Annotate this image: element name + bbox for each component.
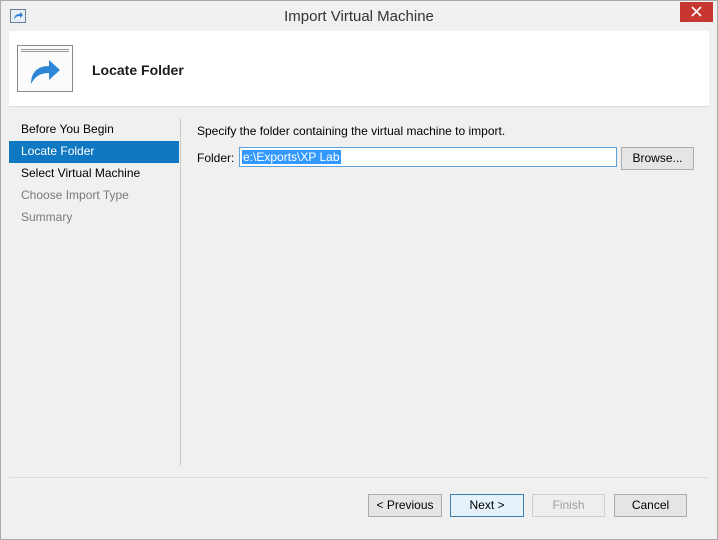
import-wizard-window: Import Virtual Machine Locate Folder Bef… [0,0,718,540]
nav-item-locate-folder[interactable]: Locate Folder [9,141,179,163]
folder-path-value: e:\Exports\XP Lab [242,150,341,164]
finish-button: Finish [532,494,605,517]
wizard-import-icon [17,45,73,92]
vertical-divider [180,119,181,465]
title-bar[interactable]: Import Virtual Machine [1,1,717,31]
browse-button[interactable]: Browse... [621,147,694,170]
nav-item-before-you-begin[interactable]: Before You Begin [9,119,179,141]
wizard-content: Before You Begin Locate Folder Select Vi… [9,107,709,477]
page-title: Locate Folder [92,62,184,78]
folder-path-input[interactable]: e:\Exports\XP Lab [239,147,617,167]
nav-item-select-virtual-machine[interactable]: Select Virtual Machine [9,163,179,185]
close-icon [691,6,702,17]
step-navigation: Before You Begin Locate Folder Select Vi… [9,119,179,229]
next-button[interactable]: Next > [450,494,524,517]
cancel-button[interactable]: Cancel [614,494,687,517]
folder-label: Folder: [197,151,235,165]
instruction-text: Specify the folder containing the virtua… [197,124,506,138]
wizard-header: Locate Folder [9,31,709,107]
close-button[interactable] [680,2,713,22]
nav-item-choose-import-type: Choose Import Type [21,188,129,202]
window-title: Import Virtual Machine [284,8,434,25]
previous-button[interactable]: < Previous [368,494,442,517]
nav-item-summary: Summary [21,210,73,224]
footer-divider [9,477,709,478]
